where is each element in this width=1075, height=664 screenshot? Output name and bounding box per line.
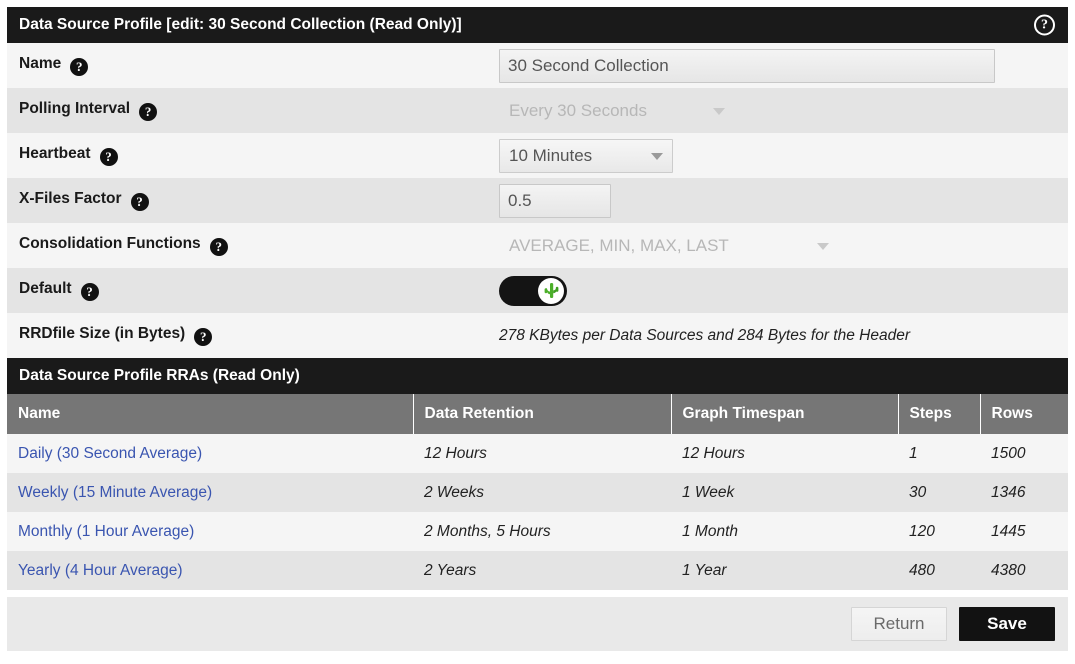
help-icon-default[interactable]: ? (80, 283, 99, 301)
cactus-icon (544, 283, 558, 298)
rra-name-link[interactable]: Weekly (15 Minute Average) (7, 473, 413, 512)
rra-steps: 30 (909, 483, 927, 501)
column-header-graph-timespan[interactable]: Graph Timespan (670, 394, 898, 434)
label-cell-rrdfile-size: RRDfile Size (in Bytes)? (7, 313, 499, 358)
label-cell-default: Default? (7, 268, 499, 313)
page-container: Data Source Profile [edit: 30 Second Col… (0, 0, 1075, 651)
help-icon-polling-interval[interactable]: ? (139, 103, 158, 121)
help-icon-name[interactable]: ? (70, 58, 89, 76)
heartbeat-select[interactable]: 10 Minutes (499, 138, 673, 173)
rra-data-retention: 2 Weeks (424, 483, 485, 501)
rra-data-retention: 2 Months, 5 Hours (424, 522, 551, 540)
label-cell-polling-interval: Polling Interval? (7, 88, 499, 133)
rra-rows: 1500 (991, 444, 1026, 462)
help-icon-xfiles-factor[interactable]: ? (130, 193, 149, 211)
help-circle-icon[interactable]: ? (1034, 14, 1055, 36)
rra-data-retention: 2 Years (424, 561, 477, 579)
rra-rows: 1346 (991, 483, 1026, 501)
column-header-data-retention[interactable]: Data Retention (412, 394, 671, 434)
column-header-name[interactable]: Name (7, 394, 413, 434)
section-spacer (7, 590, 1068, 597)
form-row-polling-interval: Polling Interval? Every 30 Seconds (7, 88, 1068, 133)
rra-graph-timespan: 1 Week (682, 483, 735, 501)
rra-graph-timespan: 1 Year (682, 561, 727, 579)
rra-name-link[interactable]: Yearly (4 Hour Average) (7, 551, 413, 590)
field-cell-default (499, 268, 1068, 313)
field-label-consolidation-functions: Consolidation Functions (19, 235, 201, 252)
chevron-down-icon (817, 242, 829, 250)
rra-steps: 120 (909, 522, 935, 540)
rra-graph-timespan: 1 Month (682, 522, 739, 540)
form-row-name: Name? (7, 43, 1068, 88)
label-cell-consolidation-functions: Consolidation Functions? (7, 223, 499, 268)
rra-rows: 4380 (991, 561, 1026, 579)
rra-table: Name Data Retention Graph Timespan Steps… (7, 394, 1068, 590)
rra-panel-title: Data Source Profile RRAs (Read Only) (19, 367, 300, 384)
rra-header-row: Name Data Retention Graph Timespan Steps… (7, 394, 1068, 434)
field-cell-polling-interval: Every 30 Seconds (499, 88, 1068, 133)
table-row[interactable]: Weekly (15 Minute Average) 2 Weeks 1 Wee… (7, 473, 1068, 512)
form-row-rrdfile-size: RRDfile Size (in Bytes)? 278 KBytes per … (7, 313, 1068, 358)
toggle-knob (538, 277, 564, 304)
field-label-rrdfile-size: RRDfile Size (in Bytes) (19, 325, 186, 342)
xfiles-factor-input[interactable] (499, 183, 611, 218)
field-label-xfiles-factor: X-Files Factor (19, 190, 122, 207)
label-cell-xfiles-factor: X-Files Factor? (7, 178, 499, 223)
form-row-default: Default? (7, 268, 1068, 313)
return-button[interactable]: Return (851, 607, 947, 641)
field-cell-rrdfile-size: 278 KBytes per Data Sources and 284 Byte… (499, 313, 1068, 358)
column-header-rows[interactable]: Rows (979, 394, 1068, 434)
label-cell-name: Name? (7, 43, 499, 88)
profile-form: Name? Polling Interval? Every 30 Seconds (7, 43, 1068, 358)
chevron-down-icon (713, 107, 725, 115)
name-input[interactable] (499, 48, 995, 83)
field-cell-consolidation-functions: AVERAGE, MIN, MAX, LAST (499, 223, 1068, 268)
rra-steps: 1 (909, 444, 918, 462)
profile-panel-header: Data Source Profile [edit: 30 Second Col… (7, 7, 1068, 43)
field-cell-heartbeat: 10 Minutes (499, 133, 1068, 178)
field-label-default: Default (19, 280, 72, 297)
default-toggle[interactable] (499, 275, 567, 306)
help-icon-rrdfile-size[interactable]: ? (194, 328, 213, 346)
form-row-consolidation-functions: Consolidation Functions? AVERAGE, MIN, M… (7, 223, 1068, 268)
field-cell-name (499, 43, 1068, 88)
help-icon-heartbeat[interactable]: ? (99, 148, 118, 166)
save-button[interactable]: Save (959, 607, 1055, 641)
consolidation-functions-value: AVERAGE, MIN, MAX, LAST (509, 235, 729, 255)
rrdfile-size-value: 278 KBytes per Data Sources and 284 Byte… (499, 326, 910, 344)
rra-rows: 1445 (991, 522, 1026, 540)
rra-panel-header: Data Source Profile RRAs (Read Only) (7, 358, 1068, 394)
rra-name-link[interactable]: Daily (30 Second Average) (7, 434, 413, 473)
polling-interval-select: Every 30 Seconds (499, 94, 735, 128)
rra-table-body: Daily (30 Second Average) 12 Hours 12 Ho… (7, 434, 1068, 590)
rra-table-head: Name Data Retention Graph Timespan Steps… (7, 394, 1068, 434)
rra-name-link[interactable]: Monthly (1 Hour Average) (7, 512, 413, 551)
table-row[interactable]: Monthly (1 Hour Average) 2 Months, 5 Hou… (7, 512, 1068, 551)
table-row[interactable]: Daily (30 Second Average) 12 Hours 12 Ho… (7, 434, 1068, 473)
field-label-polling-interval: Polling Interval (19, 100, 131, 117)
form-row-heartbeat: Heartbeat? 10 Minutes (7, 133, 1068, 178)
polling-interval-value: Every 30 Seconds (509, 100, 647, 120)
heartbeat-value: 10 Minutes (509, 145, 593, 165)
table-row[interactable]: Yearly (4 Hour Average) 2 Years 1 Year 4… (7, 551, 1068, 590)
chevron-down-icon (651, 152, 663, 160)
field-label-name: Name (19, 55, 62, 72)
panel-title: Data Source Profile [edit: 30 Second Col… (19, 16, 462, 33)
consolidation-functions-select: AVERAGE, MIN, MAX, LAST (499, 229, 839, 263)
label-cell-heartbeat: Heartbeat? (7, 133, 499, 178)
field-cell-xfiles-factor (499, 178, 1068, 223)
rra-graph-timespan: 12 Hours (682, 444, 745, 462)
action-button-bar: Return Save (7, 597, 1068, 651)
column-header-steps[interactable]: Steps (897, 394, 980, 434)
rra-data-retention: 12 Hours (424, 444, 487, 462)
rra-steps: 480 (909, 561, 935, 579)
field-label-heartbeat: Heartbeat (19, 145, 91, 162)
help-icon-consolidation-functions[interactable]: ? (209, 238, 228, 256)
form-row-xfiles-factor: X-Files Factor? (7, 178, 1068, 223)
